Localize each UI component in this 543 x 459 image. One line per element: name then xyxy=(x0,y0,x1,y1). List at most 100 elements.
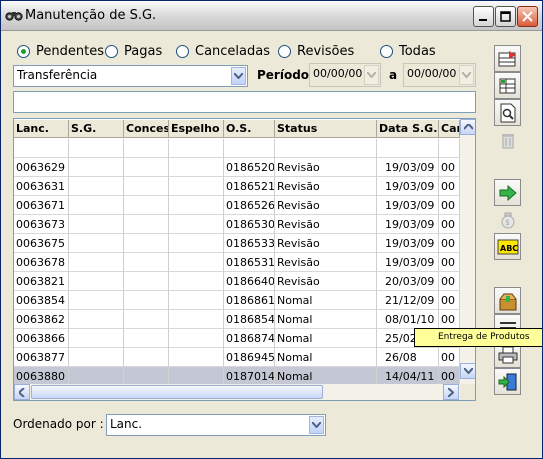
edit-grid-button[interactable] xyxy=(494,72,521,99)
order-select[interactable]: Lanc. xyxy=(106,414,326,436)
table-row[interactable]: 0063877 0186945 Nomal 26/08 00 xyxy=(14,348,460,367)
filter-revisoes[interactable]: Revisões xyxy=(278,43,354,59)
search-input[interactable] xyxy=(13,91,476,113)
table-row[interactable]: 0063821 0186640 Revisão 20/03/09 00 xyxy=(14,272,460,291)
table-cell xyxy=(169,310,224,329)
chevron-down-icon[interactable] xyxy=(309,416,324,434)
column-header[interactable]: Can xyxy=(439,120,460,138)
table-cell: 0063629 xyxy=(14,158,69,177)
table-cell xyxy=(69,215,124,234)
table-cell: 0186520 xyxy=(224,158,275,177)
periodo-sep-label: a xyxy=(389,68,398,82)
periodo-from-value: 00/00/00 xyxy=(313,67,363,80)
chevron-down-icon[interactable] xyxy=(459,65,474,85)
filter-canceladas[interactable]: Canceladas xyxy=(176,43,270,59)
periodo-label: Período: xyxy=(257,68,314,82)
table-cell xyxy=(69,253,124,272)
table-cell xyxy=(124,348,169,367)
filter-todas[interactable]: Todas xyxy=(380,43,436,59)
table-cell: 19/03/09 xyxy=(377,158,439,177)
maximize-button[interactable] xyxy=(495,6,516,27)
delivery-box-icon xyxy=(498,291,518,311)
table-cell: Nomal xyxy=(275,348,377,367)
column-header[interactable]: Status xyxy=(275,120,377,138)
column-header[interactable]: O.S. xyxy=(224,120,275,138)
table-cell: 08/01/10 xyxy=(377,310,439,329)
window-title: Manutenção de S.G. xyxy=(25,8,157,23)
radio-dot[interactable] xyxy=(278,44,291,58)
table-row[interactable]: 0063862 0186854 Nomal 08/01/10 00 xyxy=(14,310,460,329)
sg-table[interactable]: Lanc.S.G.Conces.EspelhoO.S.StatusData S.… xyxy=(13,118,476,401)
chevron-down-icon[interactable] xyxy=(231,67,246,85)
close-icon xyxy=(522,11,533,22)
delivery-box-button[interactable] xyxy=(494,287,521,314)
filter-pagas[interactable]: Pagas xyxy=(105,43,162,59)
edit-grid-icon xyxy=(498,77,518,95)
scroll-right-button[interactable] xyxy=(443,384,459,400)
minimize-icon xyxy=(479,19,487,21)
table-cell xyxy=(69,329,124,348)
chevron-down-icon[interactable] xyxy=(364,65,379,85)
table-row[interactable]: 0063673 0186530 Revisão 19/03/09 00 xyxy=(14,215,460,234)
table-row[interactable]: 0063678 0186531 Revisão 19/03/09 00 xyxy=(14,253,460,272)
table-row[interactable]: 0063854 0186861 Nomal 21/12/09 00 xyxy=(14,291,460,310)
table-cell xyxy=(69,196,124,215)
scroll-left-button[interactable] xyxy=(14,384,30,400)
table-cell: 0063675 xyxy=(14,234,69,253)
radio-dot[interactable] xyxy=(176,44,189,58)
column-header[interactable]: Conces. xyxy=(124,120,169,138)
trash-button[interactable] xyxy=(494,126,521,153)
table-row[interactable]: 0063631 0186521 Revisão 19/03/09 00 xyxy=(14,177,460,196)
table-cell xyxy=(169,291,224,310)
abc-button[interactable]: ABC xyxy=(494,233,521,260)
table-row[interactable]: 00638660186874Nomal25/02/1000 xyxy=(14,329,460,348)
table-cell xyxy=(169,253,224,272)
table-cell: 0063877 xyxy=(14,348,69,367)
table-row[interactable]: 0063671 0186526 Revisão 19/03/09 00 xyxy=(14,196,460,215)
table-cell: 0063862 xyxy=(14,310,69,329)
table-cell: 00 xyxy=(439,291,460,310)
table-cell: 19/03/09 xyxy=(377,177,439,196)
scroll-up-button[interactable] xyxy=(460,119,475,135)
radio-dot[interactable] xyxy=(105,44,118,58)
close-button[interactable] xyxy=(517,6,538,27)
horizontal-scroll-thumb[interactable] xyxy=(31,385,323,399)
table-cell xyxy=(124,291,169,310)
table-row[interactable] xyxy=(14,139,460,158)
print-preview-button[interactable] xyxy=(494,99,521,126)
binoculars-icon xyxy=(5,12,23,21)
print-preview-icon xyxy=(498,103,518,123)
table-row[interactable]: 0063675 0186533 Revisão 19/03/09 00 xyxy=(14,234,460,253)
table-row[interactable]: 0063629 0186520 Revisão 19/03/09 00 xyxy=(14,158,460,177)
green-arrow-button[interactable] xyxy=(494,179,521,206)
maximize-icon xyxy=(500,11,511,22)
table-cell: 00 xyxy=(439,272,460,291)
column-header[interactable]: Lanc. xyxy=(14,120,69,138)
title-bar[interactable]: Manutenção de S.G. xyxy=(1,1,542,31)
column-header[interactable]: Espelho xyxy=(169,120,224,138)
scroll-down-button[interactable] xyxy=(460,363,475,379)
horizontal-scrollbar[interactable] xyxy=(14,384,460,400)
table-cell: 0186530 xyxy=(224,215,275,234)
printer-icon xyxy=(498,346,518,364)
column-header[interactable]: S.G. xyxy=(69,120,124,138)
minimize-button[interactable] xyxy=(473,6,494,27)
table-cell: 21/12/09 xyxy=(377,291,439,310)
periodo-to-field[interactable]: 00/00/00 xyxy=(403,63,476,87)
table-cell: Nomal xyxy=(275,291,377,310)
svg-text:ABC: ABC xyxy=(500,244,518,253)
exit-door-button[interactable] xyxy=(494,368,521,395)
filter-pendentes[interactable]: Pendentes xyxy=(17,43,104,59)
table-cell: 00 xyxy=(439,234,460,253)
table-cell xyxy=(124,310,169,329)
radio-dot[interactable] xyxy=(380,44,393,58)
table-cell: 0063671 xyxy=(14,196,69,215)
insert-row-button[interactable] xyxy=(494,45,521,72)
order-select-value: Lanc. xyxy=(110,417,143,431)
column-header[interactable]: Data S.G. xyxy=(377,120,439,138)
table-cell: 00 xyxy=(439,348,460,367)
type-select[interactable]: Transferência xyxy=(13,65,248,87)
radio-dot[interactable] xyxy=(17,44,30,58)
money-bag-button[interactable]: $ xyxy=(494,206,521,233)
periodo-from-field[interactable]: 00/00/00 xyxy=(309,63,381,87)
